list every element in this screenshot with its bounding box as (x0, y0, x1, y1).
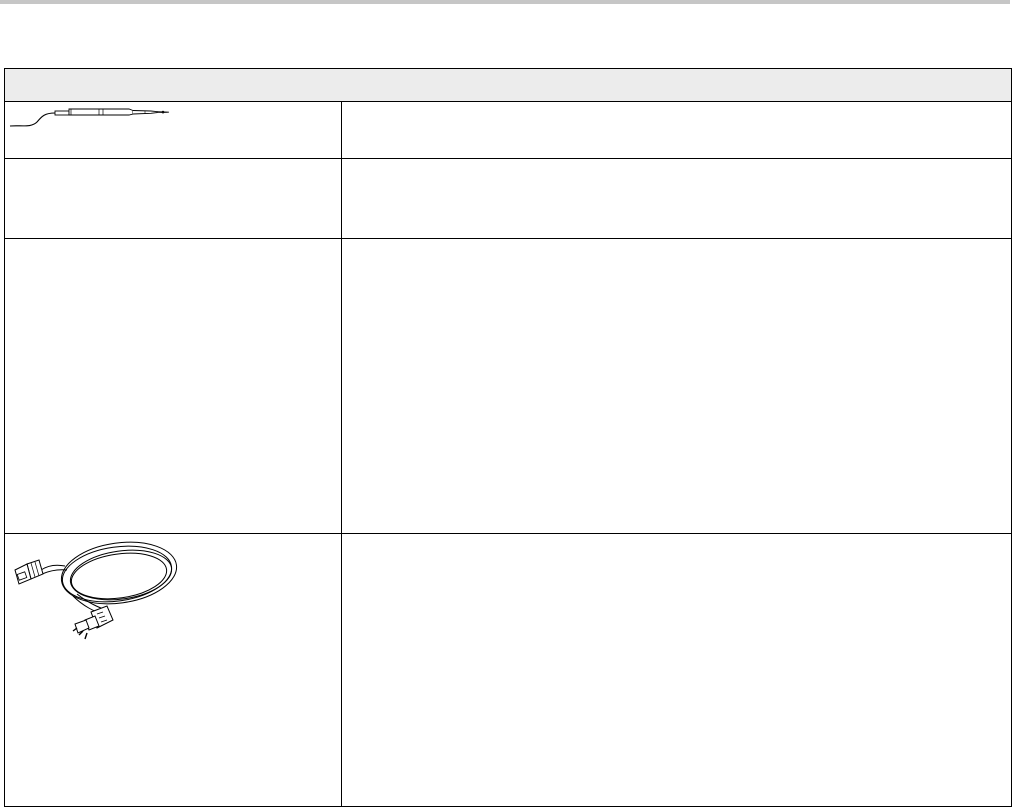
item-cell (5, 102, 342, 158)
table-row (5, 534, 1011, 806)
accessory-table (4, 68, 1012, 807)
description-cell (342, 534, 1011, 806)
table-header (5, 69, 1011, 102)
table-row (5, 102, 1011, 159)
document-page (0, 0, 1015, 808)
description-cell (342, 239, 1011, 533)
table-row (5, 239, 1011, 534)
item-cell (5, 239, 342, 533)
table-row (5, 159, 1011, 239)
item-cell (5, 159, 342, 238)
power-cord-illustration (14, 541, 178, 640)
probe-illustration (9, 108, 170, 127)
description-cell (342, 102, 1011, 158)
item-cell (5, 534, 342, 806)
top-rule (0, 0, 1010, 4)
description-cell (342, 159, 1011, 238)
